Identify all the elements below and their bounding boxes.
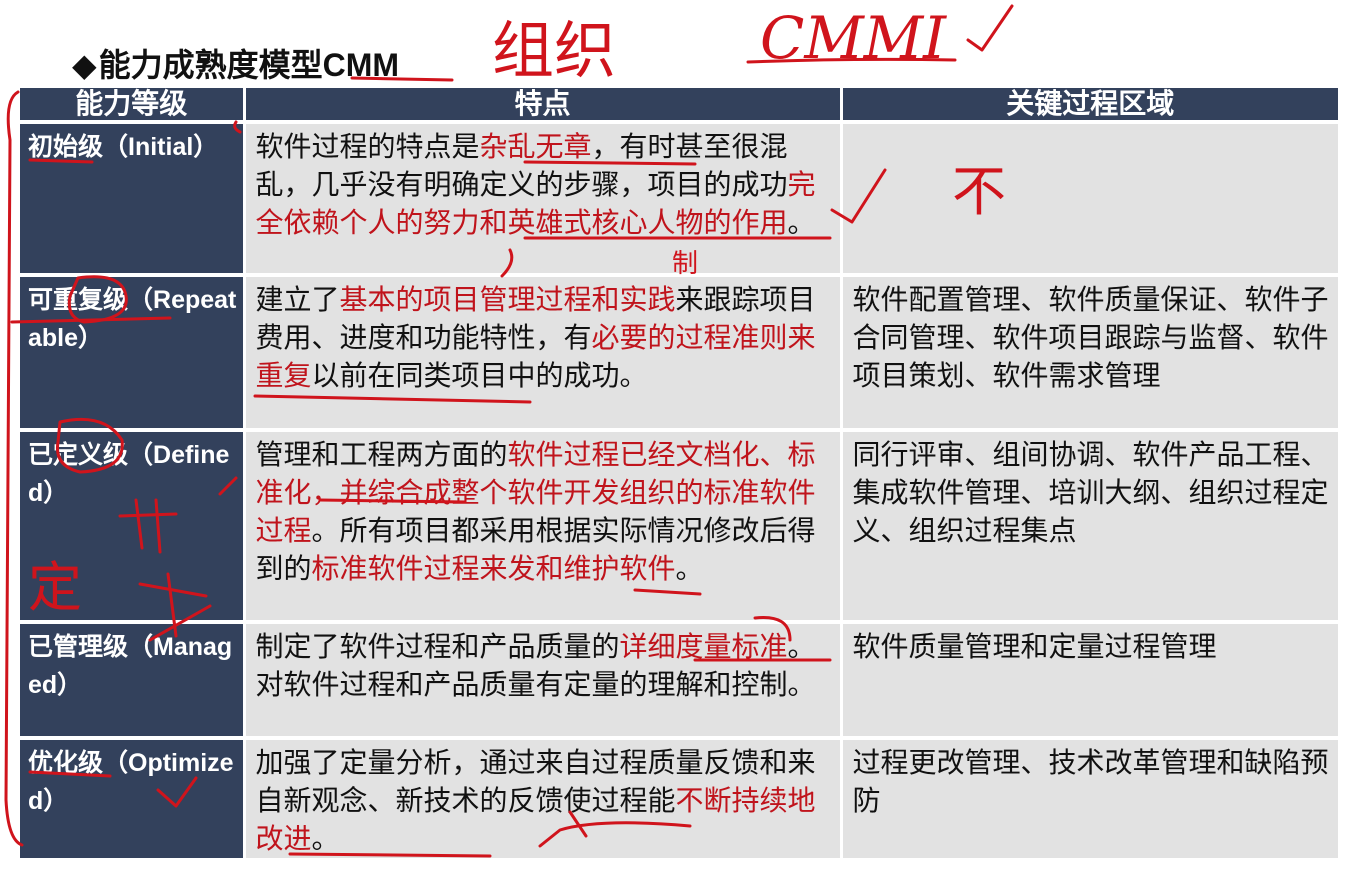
level-english: （Initial） xyxy=(103,133,219,161)
handwritten-word-cn: 组织 xyxy=(492,14,616,87)
table-row: 初始级（Initial） 软件过程的特点是杂乱无章，有时甚至很混乱，几乎没有明确… xyxy=(20,120,1338,275)
level-cell: 已定义级（Defined） xyxy=(20,428,246,622)
level-cell: 已管理级（Managed） xyxy=(20,620,246,738)
level-name: 已定义级 xyxy=(28,440,129,469)
key-area-cell: 软件配置管理、软件质量保证、软件子合同管理、软件项目跟踪与监督、软件项目策划、软… xyxy=(841,273,1338,430)
level-cell: 优化级（Optimized） xyxy=(20,736,246,858)
handwritten-word-en: CMMI xyxy=(760,4,947,72)
highlighted-text: 详细度量标准 xyxy=(619,630,788,663)
feature-text: 。 xyxy=(787,206,816,239)
highlighted-text: 基本的项目管理过程和实践 xyxy=(339,283,676,316)
feature-text: 管理和工程两方面的 xyxy=(255,438,508,471)
cmmi-underline xyxy=(746,57,957,64)
features-cell: 制定了软件过程和产品质量的详细度量标准。对软件过程和产品质量有定量的理解和控制。 xyxy=(244,620,843,738)
level-cell: 初始级（Initial） xyxy=(20,120,246,275)
check-mark-icon xyxy=(966,4,1014,52)
page-title: ◆能力成熟度模型CMM xyxy=(72,40,399,86)
level-name: 优化级 xyxy=(28,748,104,777)
level-name: 可重复级 xyxy=(28,285,129,314)
header-level: 能力等级 xyxy=(20,88,246,122)
table-row: 已管理级（Managed） 制定了软件过程和产品质量的详细度量标准。对软件过程和… xyxy=(20,620,1338,738)
key-area-cell: 同行评审、组间协调、软件产品工程、集成软件管理、培训大纲、组织过程定义、组织过程… xyxy=(841,428,1338,622)
table-row: 已定义级（Defined） 管理和工程两方面的软件过程已经文档化、标准化，并综合… xyxy=(20,428,1338,622)
level-cell: 可重复级（Repeatable） xyxy=(20,273,246,430)
features-cell: 软件过程的特点是杂乱无章，有时甚至很混乱，几乎没有明确定义的步骤，项目的成功完全… xyxy=(244,120,843,275)
key-area-cell: 过程更改管理、技术改革管理和缺陷预防 xyxy=(841,736,1338,858)
table-row: 优化级（Optimized） 加强了定量分析，通过来自过程质量反馈和来自新观念、… xyxy=(20,736,1338,858)
feature-text: 。 xyxy=(675,552,704,585)
cmm-table: 能力等级 特点 关键过程区域 初始级（Initial） 软件过程的特点是杂乱无章… xyxy=(20,88,1338,858)
feature-text: 以前在同类项目中的成功。 xyxy=(311,359,648,392)
level-name: 已管理级 xyxy=(28,632,129,661)
feature-text: 软件过程的特点是 xyxy=(255,130,480,163)
level-name: 初始级 xyxy=(28,132,104,161)
features-cell: 建立了基本的项目管理过程和实践来跟踪项目费用、进度和功能特性，有必要的过程准则来… xyxy=(244,273,843,430)
feature-text: 建立了 xyxy=(255,283,340,316)
title-suffix: CMM xyxy=(322,47,400,83)
bullet-diamond-icon: ◆ xyxy=(72,46,97,84)
table-header-row: 能力等级 特点 关键过程区域 xyxy=(20,88,1338,122)
key-area-cell xyxy=(841,120,1338,275)
highlighted-text: 标准软件过程来发和维护软件 xyxy=(311,552,676,585)
highlighted-text: 杂乱无章 xyxy=(479,130,592,163)
feature-text: 制定了软件过程和产品质量的 xyxy=(255,630,620,663)
title-text: 能力成熟度模型 xyxy=(98,46,323,84)
feature-text: 。 xyxy=(311,822,340,855)
header-key-areas: 关键过程区域 xyxy=(841,88,1338,122)
key-area-cell: 软件质量管理和定量过程管理 xyxy=(841,620,1338,738)
table-row: 可重复级（Repeatable） 建立了基本的项目管理过程和实践来跟踪项目费用、… xyxy=(20,273,1338,430)
features-cell: 加强了定量分析，通过来自过程质量反馈和来自新观念、新技术的反馈使过程能不断持续地… xyxy=(244,736,843,858)
header-features: 特点 xyxy=(244,88,843,122)
features-cell: 管理和工程两方面的软件过程已经文档化、标准化，并综合成整个软件开发组织的标准软件… xyxy=(244,428,843,622)
